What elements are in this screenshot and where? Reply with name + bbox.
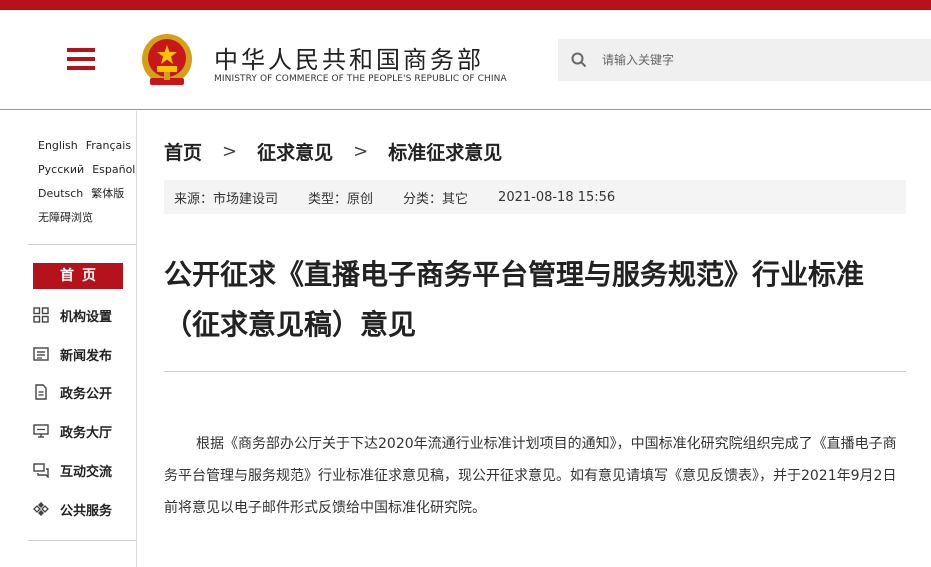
lang-german-link[interactable]: Deutsch — [38, 187, 83, 200]
sidebar-divider — [28, 244, 136, 245]
sidebar-item-interaction[interactable]: 互动交流 — [33, 459, 112, 481]
sidebar-item-organization[interactable]: 机构设置 — [33, 304, 112, 326]
article-meta-bar: 来源：市场建设司 类型：原创 分类：其它 2021-08-18 15:56 — [164, 180, 906, 214]
article-body: 根据《商务部办公厅关于下达2020年流通行业标准计划项目的通知》，中国标准化研究… — [164, 436, 897, 516]
language-links: English Français Русский Español Deutsch… — [38, 133, 135, 229]
breadcrumb-separator: > — [353, 140, 369, 162]
search-input[interactable] — [602, 49, 902, 71]
lang-french-link[interactable]: Français — [86, 139, 131, 152]
top-accent-bar — [0, 0, 931, 10]
breadcrumb-separator: > — [222, 140, 238, 162]
service-icon — [33, 502, 49, 516]
lang-spanish-link[interactable]: Español — [92, 163, 135, 176]
meta-source: 来源：市场建设司 — [174, 191, 279, 207]
org-name-cn: 中华人民共和国商务部 — [214, 46, 484, 74]
sidebar-item-label: 政务公开 — [60, 386, 113, 402]
sidebar: English Français Русский Español Deutsch… — [0, 111, 137, 567]
site-header: 中华人民共和国商务部 MINISTRY OF COMMERCE OF THE P… — [0, 10, 931, 110]
sidebar-item-label: 政务大厅 — [60, 425, 113, 441]
meta-datetime: 2021-08-18 15:56 — [498, 189, 616, 205]
grid-icon — [33, 307, 49, 323]
document-icon — [35, 384, 47, 400]
chat-icon — [33, 463, 49, 478]
sidebar-item-label: 新闻发布 — [60, 348, 113, 364]
title-divider — [164, 371, 906, 372]
meta-category: 分类：其它 — [403, 191, 469, 207]
breadcrumb: 首页 > 征求意见 > 标准征求意见 — [164, 137, 502, 165]
meta-type: 类型：原创 — [308, 191, 374, 207]
newspaper-icon — [33, 347, 49, 361]
national-emblem-logo[interactable] — [140, 32, 194, 90]
sidebar-item-news[interactable]: 新闻发布 — [33, 343, 112, 365]
sidebar-item-government-affairs[interactable]: 政务公开 — [33, 381, 112, 403]
sidebar-item-label: 互动交流 — [60, 464, 113, 480]
monitor-icon — [33, 424, 49, 438]
search-icon[interactable] — [570, 51, 588, 69]
sidebar-item-label: 机构设置 — [60, 309, 113, 325]
menu-icon[interactable] — [67, 48, 95, 70]
article-title: 公开征求《直播电子商务平台管理与服务规范》行业标准（征求意见稿）意见 — [164, 258, 865, 341]
lang-english-link[interactable]: English — [38, 139, 78, 152]
search-box — [558, 39, 931, 81]
lang-traditional-chinese-link[interactable]: 繁体版 — [91, 185, 124, 201]
sidebar-item-service-hall[interactable]: 政务大厅 — [33, 420, 112, 442]
breadcrumb-home-link[interactable]: 首页 — [164, 138, 202, 165]
lang-russian-link[interactable]: Русский — [38, 163, 84, 176]
sidebar-home-button[interactable]: 首页 — [33, 263, 123, 289]
sidebar-divider — [28, 540, 136, 541]
accessibility-link[interactable]: 无障碍浏览 — [38, 209, 93, 225]
sidebar-item-label: 公共服务 — [60, 503, 113, 519]
org-name-en: MINISTRY OF COMMERCE OF THE PEOPLE'S REP… — [214, 74, 507, 84]
sidebar-item-public-service[interactable]: 公共服务 — [33, 498, 112, 520]
breadcrumb-solicit-opinions-link[interactable]: 征求意见 — [257, 138, 333, 165]
breadcrumb-standard-opinions-link[interactable]: 标准征求意见 — [388, 138, 502, 165]
